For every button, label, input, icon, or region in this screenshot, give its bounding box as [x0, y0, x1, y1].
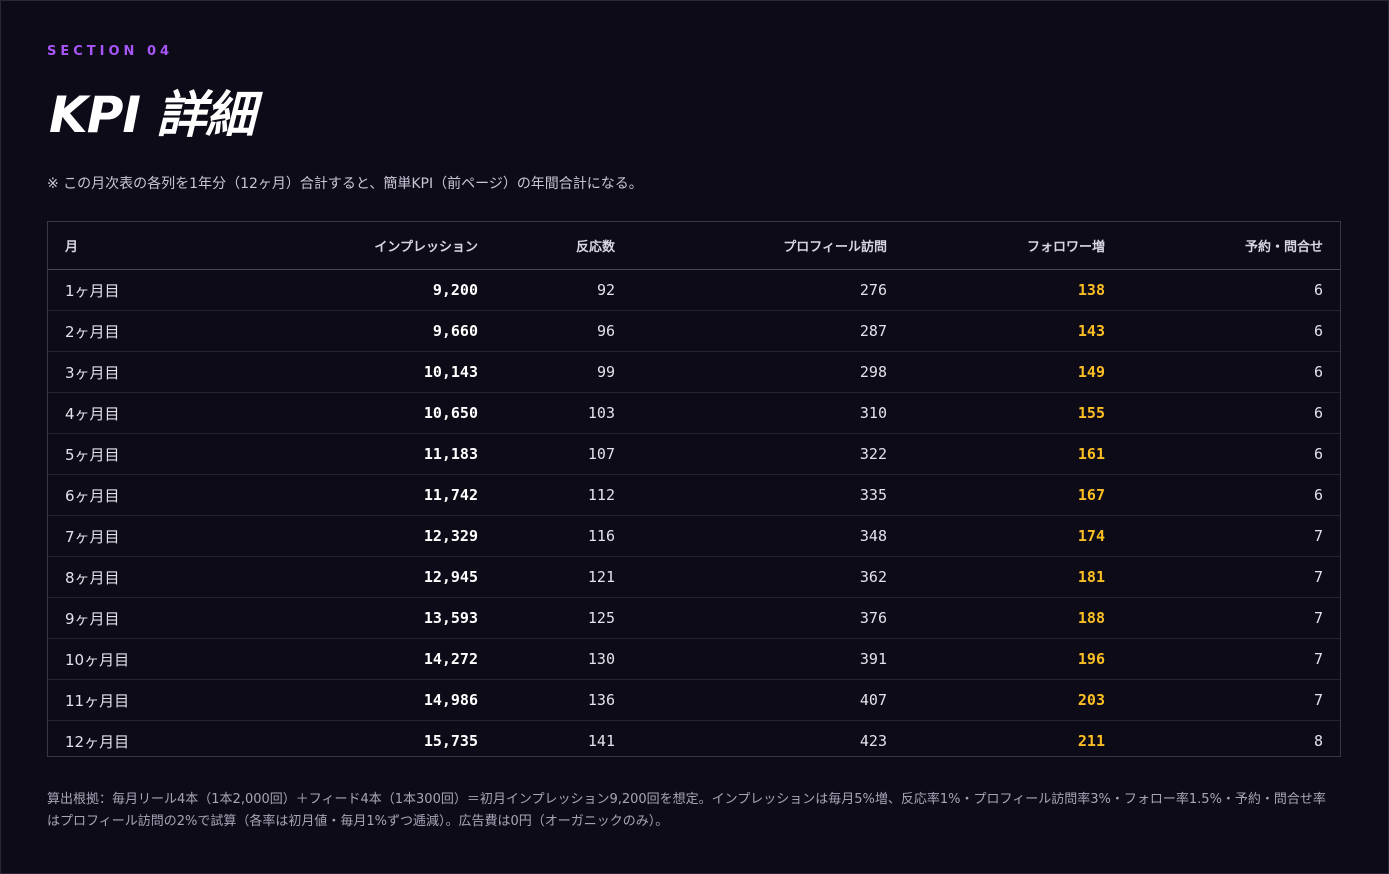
table-row: 3ヶ月目 10,143 99 298 149 6 — [48, 351, 1340, 393]
header-follower-gain: フォロワー増 — [904, 222, 1122, 270]
cell-bookings: 6 — [1122, 269, 1340, 311]
cell-profile-visits: 348 — [632, 515, 904, 557]
cell-month: 5ヶ月目 — [48, 433, 198, 475]
cell-reactions: 130 — [495, 638, 632, 680]
cell-profile-visits: 276 — [632, 269, 904, 311]
cell-reactions: 112 — [495, 474, 632, 516]
cell-follower-gain: 174 — [904, 515, 1122, 557]
table-row: 8ヶ月目 12,945 121 362 181 7 — [48, 556, 1340, 598]
page-frame: SECTION 04 KPI 詳細 ※ この月次表の各列を1年分（12ヶ月）合計… — [0, 0, 1389, 874]
cell-profile-visits: 391 — [632, 638, 904, 680]
cell-month: 12ヶ月目 — [65, 732, 130, 751]
table-note: ※ この月次表の各列を1年分（12ヶ月）合計すると、簡単KPI（前ページ）の年間… — [47, 176, 643, 192]
cell-follower-gain: 211 — [1077, 732, 1105, 750]
section-label: SECTION 04 — [47, 44, 174, 59]
cell-month: 7ヶ月目 — [48, 515, 198, 557]
cell-profile-visits: 362 — [632, 556, 904, 598]
cell-follower-gain: 167 — [904, 474, 1122, 516]
cell-bookings: 6 — [1122, 351, 1340, 393]
cell-impressions: 10,143 — [198, 351, 495, 393]
table-row: 1ヶ月目 9,200 92 276 138 6 — [48, 269, 1340, 311]
cell-reactions: 99 — [495, 351, 632, 393]
header-month: 月 — [48, 222, 198, 270]
cell-impressions: 9,660 — [198, 310, 495, 352]
cell-follower-gain: 138 — [904, 269, 1122, 311]
cell-reactions: 103 — [495, 392, 632, 434]
cell-impressions: 11,742 — [198, 474, 495, 516]
cell-follower-gain: 149 — [904, 351, 1122, 393]
table-body: 1ヶ月目 9,200 92 276 138 6 2ヶ月目 9,660 96 287 143 6 3ヶ月目… — [48, 269, 1340, 762]
cell-profile-visits: 423 — [859, 732, 887, 750]
cell-bookings: 7 — [1122, 556, 1340, 598]
cell-follower-gain: 181 — [904, 556, 1122, 598]
cell-reactions: 96 — [495, 310, 632, 352]
cell-profile-visits: 376 — [632, 597, 904, 639]
cell-impressions: 13,593 — [198, 597, 495, 639]
cell-profile-visits: 310 — [632, 392, 904, 434]
table-row: 7ヶ月目 12,329 116 348 174 7 — [48, 515, 1340, 557]
cell-follower-gain: 196 — [904, 638, 1122, 680]
cell-month: 4ヶ月目 — [48, 392, 198, 434]
cell-impressions: 12,945 — [198, 556, 495, 598]
calculation-basis-footnote: 算出根拠：毎月リール4本（1本2,000回）＋フィード4本（1本300回）＝初月… — [47, 792, 1326, 829]
cell-month: 6ヶ月目 — [48, 474, 198, 516]
cell-month: 10ヶ月目 — [48, 638, 198, 680]
header-impressions: インプレッション — [198, 222, 495, 270]
header-profile-visits: プロフィール訪問 — [632, 222, 904, 270]
cell-month: 11ヶ月目 — [48, 679, 198, 721]
header-reactions: 反応数 — [495, 222, 632, 270]
cell-impressions: 11,183 — [198, 433, 495, 475]
table-row: 9ヶ月目 13,593 125 376 188 7 — [48, 597, 1340, 639]
cell-impressions: 10,650 — [198, 392, 495, 434]
kpi-table: 月 インプレッション 反応数 プロフィール訪問 フォロワー増 予約・問合せ 1ヶ… — [48, 222, 1340, 761]
cell-bookings: 7 — [1122, 515, 1340, 557]
cell-month: 3ヶ月目 — [48, 351, 198, 393]
table-row: 5ヶ月目 11,183 107 322 161 6 — [48, 433, 1340, 475]
cell-impressions: 15,735 — [423, 732, 478, 750]
cell-month: 8ヶ月目 — [48, 556, 198, 598]
cell-reactions: 116 — [495, 515, 632, 557]
cell-bookings: 7 — [1122, 638, 1340, 680]
kpi-table-container: 月 インプレッション 反応数 プロフィール訪問 フォロワー増 予約・問合せ 1ヶ… — [47, 221, 1341, 757]
cell-profile-visits: 407 — [632, 679, 904, 721]
cell-month: 1ヶ月目 — [48, 269, 198, 311]
cell-profile-visits: 322 — [632, 433, 904, 475]
cell-reactions: 92 — [495, 269, 632, 311]
table-row: 4ヶ月目 10,650 103 310 155 6 — [48, 392, 1340, 434]
cell-month: 2ヶ月目 — [48, 310, 198, 352]
cell-impressions: 12,329 — [198, 515, 495, 557]
cell-impressions: 9,200 — [198, 269, 495, 311]
cell-reactions: 125 — [495, 597, 632, 639]
table-row: 6ヶ月目 11,742 112 335 167 6 — [48, 474, 1340, 516]
table-row: 12ヶ月目 15,735 141 423 211 8 — [48, 721, 1340, 762]
table-header-row: 月 インプレッション 反応数 プロフィール訪問 フォロワー増 予約・問合せ — [48, 222, 1340, 270]
cell-reactions: 141 — [587, 732, 615, 750]
cell-bookings: 7 — [1122, 597, 1340, 639]
cell-bookings: 8 — [1313, 732, 1323, 750]
page-title: KPI 詳細 — [49, 86, 255, 144]
cell-follower-gain: 203 — [904, 679, 1122, 721]
cell-bookings: 6 — [1122, 474, 1340, 516]
cell-bookings: 6 — [1122, 392, 1340, 434]
cell-bookings: 7 — [1122, 679, 1340, 721]
cell-reactions: 136 — [495, 679, 632, 721]
cell-impressions: 14,986 — [198, 679, 495, 721]
table-row: 2ヶ月目 9,660 96 287 143 6 — [48, 310, 1340, 352]
cell-profile-visits: 298 — [632, 351, 904, 393]
header-bookings: 予約・問合せ — [1122, 222, 1340, 270]
cell-follower-gain: 143 — [904, 310, 1122, 352]
cell-profile-visits: 335 — [632, 474, 904, 516]
cell-bookings: 6 — [1122, 310, 1340, 352]
cell-impressions: 14,272 — [198, 638, 495, 680]
cell-profile-visits: 287 — [632, 310, 904, 352]
cell-reactions: 107 — [495, 433, 632, 475]
cell-follower-gain: 161 — [904, 433, 1122, 475]
cell-reactions: 121 — [495, 556, 632, 598]
cell-month: 9ヶ月目 — [48, 597, 198, 639]
cell-follower-gain: 188 — [904, 597, 1122, 639]
cell-bookings: 6 — [1122, 433, 1340, 475]
table-row: 11ヶ月目 14,986 136 407 203 7 — [48, 679, 1340, 721]
table-row: 10ヶ月目 14,272 130 391 196 7 — [48, 638, 1340, 680]
cell-follower-gain: 155 — [904, 392, 1122, 434]
